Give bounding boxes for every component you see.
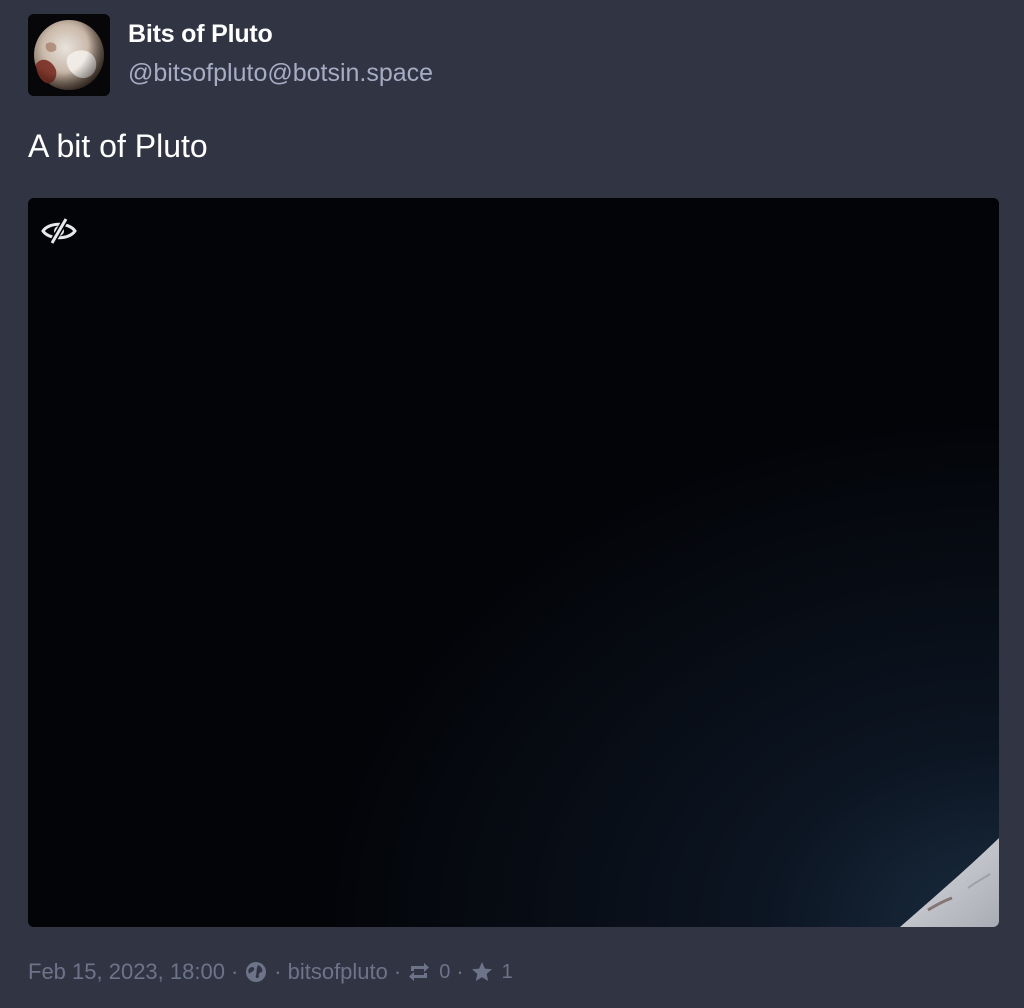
separator: · bbox=[393, 959, 402, 984]
status-card: Bits of Pluto @bitsofpluto@botsin.space … bbox=[0, 0, 1024, 1008]
status-meta: Feb 15, 2023, 18:00 · · bitsofpluto · 0 … bbox=[28, 956, 513, 988]
boost-count: 0 bbox=[439, 960, 451, 983]
timestamp-link[interactable]: Feb 15, 2023, 18:00 bbox=[28, 959, 225, 985]
separator: · bbox=[274, 959, 282, 984]
separator: · bbox=[456, 959, 464, 984]
eye-slash-icon bbox=[41, 217, 77, 245]
hide-media-button[interactable] bbox=[40, 216, 78, 246]
application-link[interactable]: bitsofpluto bbox=[288, 959, 388, 985]
pluto-photo bbox=[28, 198, 999, 927]
status-content: A bit of Pluto bbox=[28, 128, 208, 164]
favourite-count: 1 bbox=[501, 960, 513, 983]
retweet-icon[interactable] bbox=[407, 960, 431, 984]
pluto-avatar-icon bbox=[28, 14, 110, 96]
globe-icon bbox=[244, 960, 268, 984]
separator: · bbox=[230, 959, 239, 984]
star-icon[interactable] bbox=[470, 960, 494, 984]
display-name[interactable]: Bits of Pluto bbox=[128, 20, 273, 49]
media-attachment[interactable] bbox=[28, 198, 999, 927]
avatar[interactable] bbox=[28, 14, 110, 96]
account-handle[interactable]: @bitsofpluto@botsin.space bbox=[128, 59, 433, 88]
